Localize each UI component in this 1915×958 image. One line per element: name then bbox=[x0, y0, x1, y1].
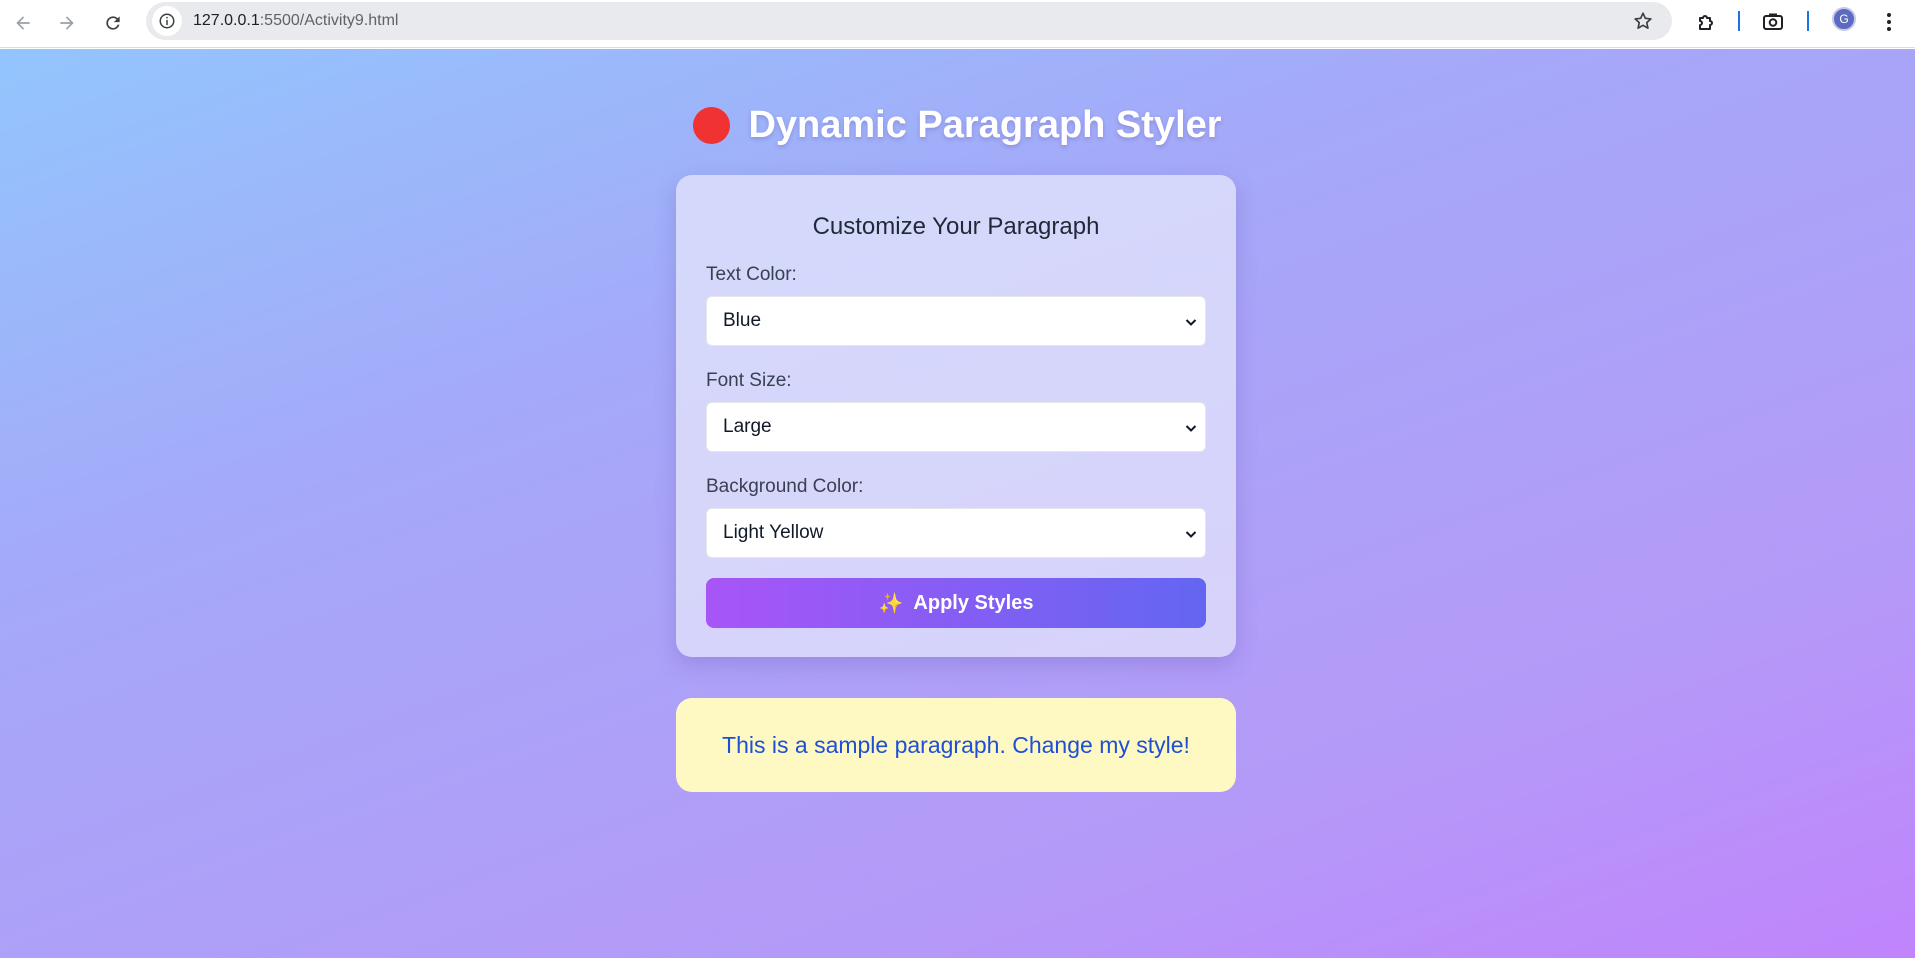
chevron-down-icon bbox=[1185, 319, 1197, 326]
toolbar-divider bbox=[1738, 11, 1740, 31]
sparkles-icon: ✨ bbox=[878, 592, 904, 615]
forward-arrow-icon bbox=[60, 16, 74, 30]
sample-paragraph: This is a sample paragraph. Change my st… bbox=[722, 731, 1190, 758]
font-size-label: Font Size: bbox=[706, 370, 792, 391]
sample-paragraph-box: This is a sample paragraph. Change my st… bbox=[676, 698, 1236, 792]
url-path: :5500/Activity9.html bbox=[259, 12, 399, 29]
screen-capture-icon[interactable] bbox=[1759, 8, 1787, 36]
text-color-selected-value: Blue bbox=[723, 310, 762, 331]
background-color-label: Background Color: bbox=[706, 476, 864, 497]
text-color-label: Text Color: bbox=[706, 264, 797, 285]
reload-icon bbox=[106, 16, 120, 30]
bookmark-star-icon[interactable] bbox=[1632, 10, 1654, 32]
toolbar-divider bbox=[1807, 11, 1809, 31]
apply-styles-button[interactable]: ✨ Apply Styles bbox=[706, 578, 1206, 628]
background-color-selected-value: Light Yellow bbox=[723, 522, 824, 543]
browser-toolbar: 127.0.0.1:5500/Activity9.html G bbox=[0, 0, 1915, 48]
profile-avatar[interactable]: G bbox=[1832, 7, 1856, 31]
chevron-down-icon bbox=[1185, 531, 1197, 538]
page-title: Dynamic Paragraph Styler bbox=[748, 103, 1222, 146]
style-controls-card: Customize Your Paragraph Text Color: Blu… bbox=[676, 175, 1236, 657]
text-color-select[interactable]: Blue bbox=[706, 296, 1206, 346]
extensions-puzzle-icon[interactable] bbox=[1693, 8, 1721, 36]
browser-menu-icon[interactable] bbox=[1878, 8, 1900, 36]
page-header: Dynamic Paragraph Styler bbox=[0, 100, 1915, 150]
red-circle-icon bbox=[693, 106, 731, 144]
back-button[interactable] bbox=[8, 8, 38, 38]
apply-styles-label: Apply Styles bbox=[913, 591, 1034, 614]
site-info-icon[interactable] bbox=[152, 6, 182, 36]
address-bar[interactable]: 127.0.0.1:5500/Activity9.html bbox=[146, 2, 1672, 40]
page-background: Dynamic Paragraph Styler Customize Your … bbox=[0, 49, 1915, 958]
url-text: 127.0.0.1:5500/Activity9.html bbox=[193, 12, 398, 30]
chevron-down-icon bbox=[1185, 425, 1197, 432]
reload-button[interactable] bbox=[98, 8, 128, 38]
url-host: 127.0.0.1 bbox=[193, 12, 260, 29]
forward-button[interactable] bbox=[52, 8, 82, 38]
font-size-select[interactable]: Large bbox=[706, 402, 1206, 452]
font-size-selected-value: Large bbox=[723, 416, 772, 437]
back-arrow-icon bbox=[16, 16, 30, 30]
background-color-select[interactable]: Light Yellow bbox=[706, 508, 1206, 558]
card-heading: Customize Your Paragraph bbox=[812, 213, 1100, 240]
